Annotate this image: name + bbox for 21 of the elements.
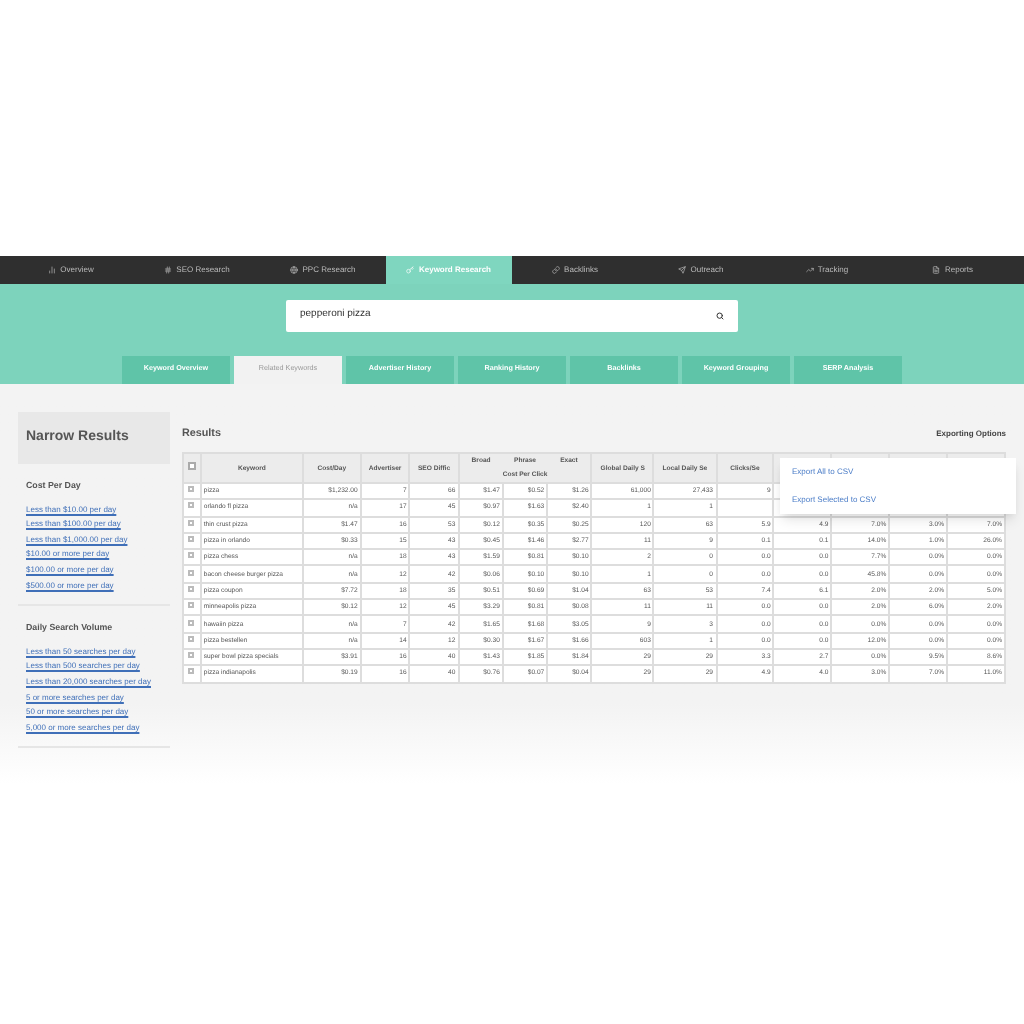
key-icon [406,266,415,274]
checkbox[interactable] [188,602,195,609]
checkbox[interactable] [188,552,195,559]
hash-icon [164,266,173,274]
checkbox[interactable] [188,668,195,675]
checkbox[interactable] [188,486,195,493]
send-icon [678,266,687,274]
globe-icon [290,266,299,274]
checkbox[interactable] [188,585,195,592]
checkbox[interactable] [188,619,195,626]
checkbox[interactable] [188,502,195,509]
document-icon [932,266,941,274]
checkbox[interactable] [188,569,195,576]
checkbox[interactable] [188,652,195,659]
checkbox[interactable] [188,536,195,543]
checkbox[interactable] [187,462,196,471]
checkbox[interactable] [188,519,195,526]
checkbox[interactable] [188,635,195,642]
link-icon [552,266,561,274]
trend-icon [805,266,814,274]
search-icon [716,312,724,320]
